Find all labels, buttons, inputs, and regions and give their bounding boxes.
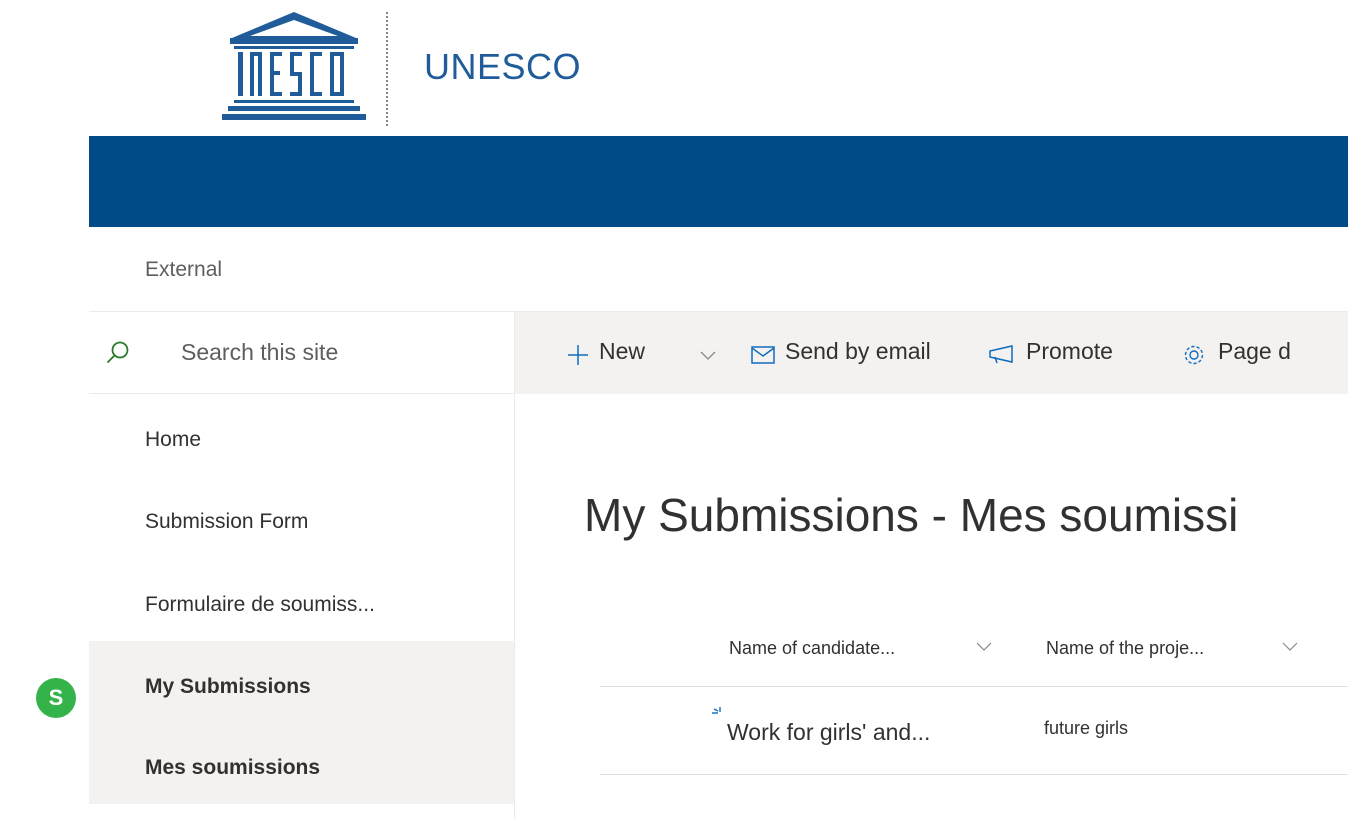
logo-divider: [386, 12, 388, 126]
nav-item-formulaire[interactable]: Formulaire de soumiss...: [145, 593, 375, 617]
send-by-email-button[interactable]: Send by email: [785, 338, 931, 365]
chevron-down-icon[interactable]: [700, 351, 716, 361]
nav-item-my-submissions[interactable]: My Submissions: [145, 675, 311, 699]
gear-icon[interactable]: [1182, 343, 1206, 367]
nav-item-home[interactable]: Home: [145, 428, 201, 452]
list-header-divider: [600, 686, 1348, 687]
page-details-button[interactable]: Page d: [1218, 338, 1291, 365]
plus-icon[interactable]: [566, 343, 590, 367]
column-header-candidate[interactable]: Name of candidate...: [729, 638, 895, 659]
nav-divider: [514, 394, 515, 819]
promote-button[interactable]: Promote: [1026, 338, 1113, 365]
status-badge: S: [36, 678, 76, 718]
nav-item-mes-soumissions[interactable]: Mes soumissions: [145, 756, 320, 780]
hub-site-label[interactable]: External: [145, 258, 222, 282]
table-row-divider: [600, 774, 1348, 775]
search-input[interactable]: Search this site: [181, 339, 338, 366]
chevron-down-icon[interactable]: [1282, 642, 1298, 652]
new-button[interactable]: New: [599, 338, 645, 365]
megaphone-icon[interactable]: [987, 344, 1015, 364]
search-icon[interactable]: [106, 340, 130, 364]
site-title[interactable]: UNESCO: [424, 46, 581, 88]
list-item-project-name: future girls: [1044, 718, 1129, 738]
unesco-logo-icon[interactable]: [220, 10, 368, 122]
nav-item-submission-form[interactable]: Submission Form: [145, 510, 308, 534]
list-item-candidate-name[interactable]: Work for girls' and...: [727, 719, 930, 746]
column-header-project[interactable]: Name of the proje...: [1046, 638, 1204, 659]
chevron-down-icon[interactable]: [976, 642, 992, 652]
mail-icon[interactable]: [751, 346, 775, 364]
new-item-icon: [712, 707, 721, 714]
hub-navigation-bar: [89, 136, 1348, 227]
page-title: My Submissions - Mes soumissi: [584, 489, 1239, 541]
